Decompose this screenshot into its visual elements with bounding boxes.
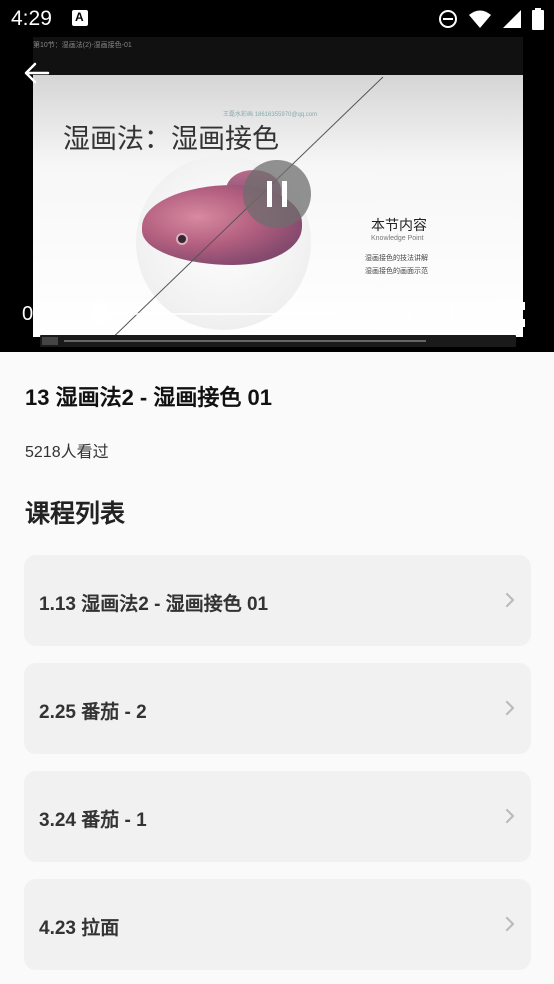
mini-play-icon [42, 337, 58, 345]
do-not-disturb-icon [439, 10, 457, 28]
fullscreen-icon[interactable] [500, 302, 525, 327]
lesson-item[interactable]: 4.23 拉面 [24, 879, 531, 970]
status-bar: 4:29 [0, 0, 554, 37]
font-icon [72, 10, 88, 26]
video-player[interactable]: 第10节：湿画法(2)-湿画接色-01 湿画法：湿画接色 王磊水彩画 18616… [0, 37, 554, 352]
status-icons [438, 7, 544, 31]
course-title: 13 湿画法2 - 湿画接色 01 [25, 385, 272, 410]
course-list-heading: 课程列表 [25, 500, 126, 528]
lesson-item[interactable]: 3.24 番茄 - 1 [24, 771, 531, 862]
lesson-item[interactable]: 1.13 湿画法2 - 湿画接色 01 [24, 555, 531, 646]
pause-button[interactable] [243, 160, 311, 228]
wifi-icon [469, 10, 491, 28]
lesson-list: 1.13 湿画法2 - 湿画接色 01 2.25 番茄 - 2 3.24 番茄 … [24, 555, 531, 984]
current-time: 00:02 [22, 303, 73, 325]
mini-track [64, 340, 426, 342]
battery-icon [532, 8, 544, 30]
signal-icon [503, 10, 521, 28]
lesson-label: 1.13 湿画法2 - 湿画接色 01 [39, 594, 269, 615]
total-time: 30:25 [362, 303, 413, 325]
chevron-right-icon [505, 700, 515, 716]
chevron-right-icon [505, 592, 515, 608]
seek-bar[interactable] [100, 313, 338, 315]
playback-speed-button[interactable]: 1X [446, 303, 470, 326]
back-arrow-icon[interactable] [22, 61, 50, 85]
lesson-item[interactable]: 2.25 番茄 - 2 [24, 663, 531, 754]
status-time: 4:29 [11, 7, 52, 30]
lesson-label: 3.24 番茄 - 1 [39, 810, 147, 831]
view-count: 5218人看过 [25, 444, 109, 461]
embedded-player-bar [40, 335, 516, 347]
seek-handle[interactable] [89, 303, 111, 325]
lesson-label: 4.23 拉面 [39, 918, 120, 939]
lesson-label: 2.25 番茄 - 2 [39, 702, 147, 723]
chevron-right-icon [505, 808, 515, 824]
pause-icon [267, 181, 272, 207]
chevron-right-icon [505, 916, 515, 932]
